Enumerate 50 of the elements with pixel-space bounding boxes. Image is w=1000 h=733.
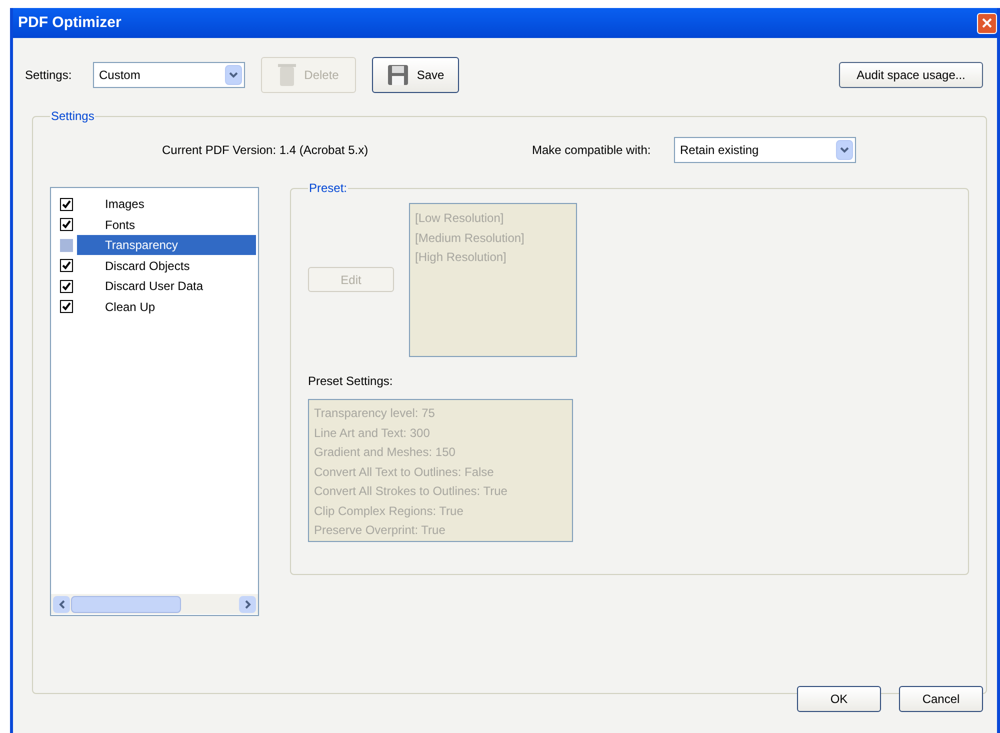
checkbox[interactable] [60,198,73,211]
setting-line: Convert All Text to Outlines: False [314,464,495,480]
save-button[interactable]: Save [372,57,459,93]
close-icon [982,18,992,28]
pdf-version-text: Current PDF Version: 1.4 (Acrobat 5.x) [162,142,370,159]
settings-label: Settings: [25,67,73,84]
setting-line: Line Art and Text: 300 [314,424,431,442]
setting-line: Gradient and Meshes: 150 [314,444,456,461]
panel-item[interactable]: Discard User Data [77,276,256,296]
close-button[interactable] [977,12,997,34]
horizontal-scrollbar[interactable] [51,594,258,614]
checkbox[interactable] [60,218,73,232]
checkbox[interactable] [60,280,73,293]
setting-line: Convert All Strokes to Outlines: True [314,483,508,500]
chevron-down-icon [840,147,849,153]
chevron-down-icon [229,72,238,78]
setting-line: Transparency level: 75 [314,405,436,422]
chevron-right-icon [244,600,250,608]
panel-item[interactable]: Fonts [77,214,256,235]
ok-button[interactable]: OK [797,686,881,712]
scroll-right-button[interactable] [239,596,256,612]
panel-item[interactable]: Clean Up [77,296,256,317]
window-title: PDF Optimizer [18,12,122,33]
setting-line: Preserve Overprint: True [314,522,446,539]
dropdown-value: Retain existing [680,142,759,159]
dropdown-value: Custom [99,67,140,84]
scroll-thumb[interactable] [71,596,181,612]
audit-button[interactable]: Audit space usage... [839,62,983,88]
checkmark-icon [62,282,71,291]
panel-item[interactable]: Discard Objects [77,256,256,276]
compatible-dropdown[interactable]: Retain existing [674,137,856,163]
checkbox[interactable] [60,238,73,252]
preset-settings-label: Preset Settings: [308,373,394,390]
checkmark-icon [62,261,71,270]
checkmark-icon [62,200,71,209]
checkbox[interactable] [60,300,73,314]
trash-icon [278,63,296,87]
checkmark-icon [62,302,71,312]
cancel-button[interactable]: Cancel [899,686,983,712]
group-title: Preset: [308,180,348,197]
panel-item[interactable]: Transparency [77,235,256,256]
scroll-left-button[interactable] [53,596,70,612]
compatible-label: Make compatible with: [532,142,652,159]
settings-dropdown[interactable]: Custom [93,62,245,88]
checkbox[interactable] [60,259,73,272]
chevron-left-icon [58,600,64,608]
group-title: Settings [50,108,96,125]
setting-line: Clip Complex Regions: True [314,502,464,520]
panel-item[interactable]: Images [77,194,256,214]
checkmark-icon [62,220,71,230]
